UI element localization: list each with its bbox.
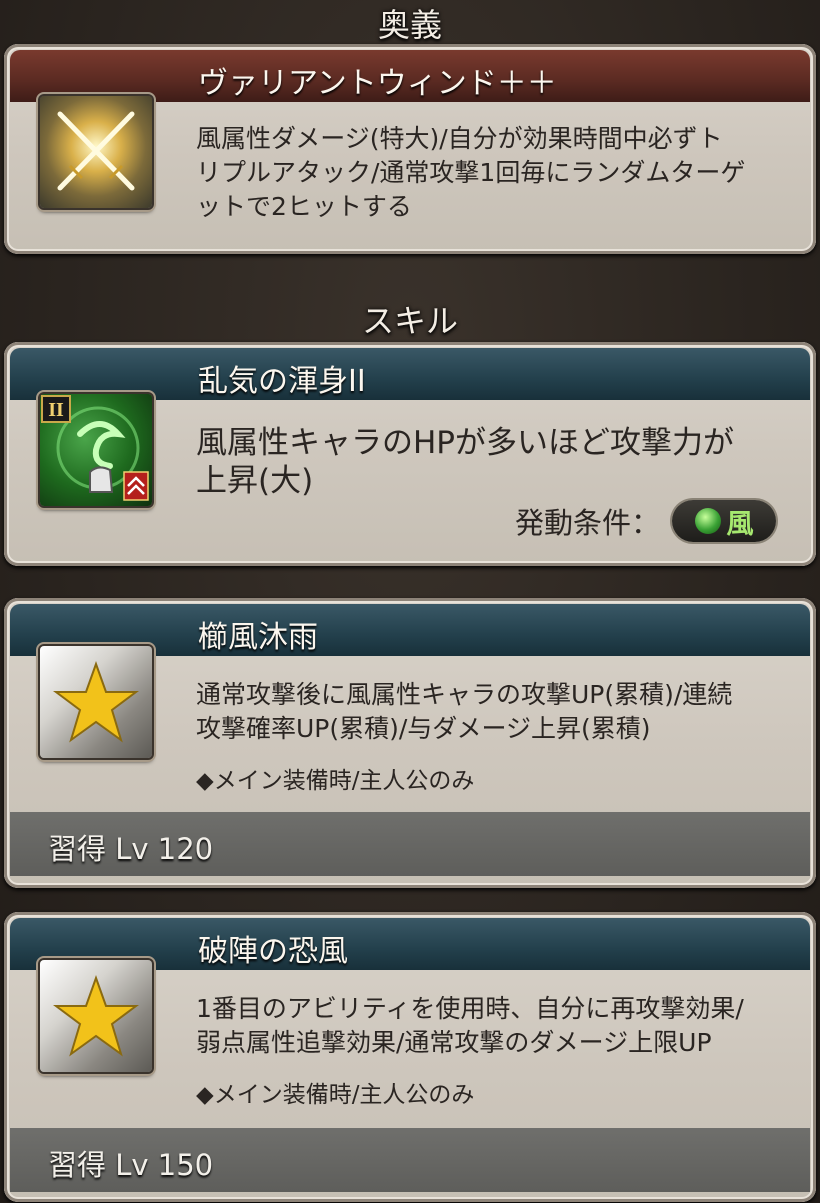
skill-desc-line: 上昇(大) bbox=[196, 463, 314, 499]
condition-label: 発動条件： bbox=[514, 506, 660, 540]
wind-element-badge: 風 bbox=[672, 500, 776, 542]
ougi-desc-line: 風属性ダメージ(特大)/自分が効果時間中必ずト bbox=[196, 124, 723, 153]
skill-name: 乱気の渾身II bbox=[198, 364, 366, 399]
acquire-level: 習得 Lv 120 bbox=[48, 832, 214, 866]
skill-card[interactable]: 破陣の恐風 1番目のアビリティを使用時、自分に再攻撃効果/ 弱点属性追撃効果/通… bbox=[4, 912, 816, 1202]
skill-name: 櫛風沐雨 bbox=[198, 620, 318, 655]
ougi-name: ヴァリアントウィンド＋＋ bbox=[198, 66, 557, 101]
acquire-footer: 習得 Lv 120 bbox=[10, 812, 810, 876]
skill-desc-line: 通常攻撃後に風属性キャラの攻撃UP(累積)/連続 bbox=[196, 680, 733, 709]
skill-note: ◆メイン装備時/主人公のみ bbox=[196, 1082, 475, 1108]
skill-description: 通常攻撃後に風属性キャラの攻撃UP(累積)/連続 攻撃確率UP(累積)/与ダメー… bbox=[196, 678, 732, 746]
skill-desc-line: 攻撃確率UP(累積)/与ダメージ上昇(累積) bbox=[196, 714, 651, 743]
crossed-swords-icon bbox=[40, 96, 152, 208]
skill-desc-line: 風属性キャラのHPが多いほど攻撃力が bbox=[196, 425, 735, 461]
ougi-description: 風属性ダメージ(特大)/自分が効果時間中必ずト リプルアタック/通常攻撃1回毎に… bbox=[196, 122, 745, 224]
ougi-desc-line: リプルアタック/通常攻撃1回毎にランダムターゲ bbox=[196, 158, 746, 187]
skill-description: 風属性キャラのHPが多いほど攻撃力が 上昇(大) bbox=[196, 424, 734, 500]
skill-header: 乱気の渾身II bbox=[10, 348, 810, 400]
wind-orb-icon bbox=[694, 508, 721, 534]
wind-muscle-skill-icon: II bbox=[40, 394, 152, 506]
activation-condition: 発動条件： 風 bbox=[515, 500, 776, 542]
ougi-header: ヴァリアントウィンド＋＋ bbox=[10, 50, 810, 102]
skill-note: ◆メイン装備時/主人公のみ bbox=[196, 768, 475, 794]
skill-name: 破陣の恐風 bbox=[198, 934, 348, 969]
ougi-card[interactable]: ヴァリアントウィンド＋＋ 風属性ダメージ(特大)/自分が効果時間中必ずト リプル… bbox=[4, 44, 816, 254]
condition-value: 風 bbox=[726, 508, 754, 540]
acquire-level: 習得 Lv 150 bbox=[48, 1148, 214, 1182]
svg-text:II: II bbox=[48, 399, 64, 421]
skill-card[interactable]: 乱気の渾身II II 風属性キャラのHPが多いほど攻撃力が 上昇(大) 発動条件… bbox=[4, 342, 816, 566]
skill-desc-line: 弱点属性追撃効果/通常攻撃のダメージ上限UP bbox=[196, 1028, 712, 1057]
acquire-footer: 習得 Lv 150 bbox=[10, 1128, 810, 1192]
skill-section-title: スキル bbox=[361, 302, 458, 340]
star-icon bbox=[40, 960, 152, 1072]
skill-card[interactable]: 櫛風沐雨 通常攻撃後に風属性キャラの攻撃UP(累積)/連続 攻撃確率UP(累積)… bbox=[4, 598, 816, 888]
ougi-section-title: 奥義 bbox=[377, 6, 442, 44]
skill-description: 1番目のアビリティを使用時、自分に再攻撃効果/ 弱点属性追撃効果/通常攻撃のダメ… bbox=[196, 992, 744, 1060]
ougi-desc-line: ットで2ヒットする bbox=[196, 192, 412, 221]
skill-desc-line: 1番目のアビリティを使用時、自分に再攻撃効果/ bbox=[196, 994, 744, 1023]
star-icon bbox=[40, 646, 152, 758]
